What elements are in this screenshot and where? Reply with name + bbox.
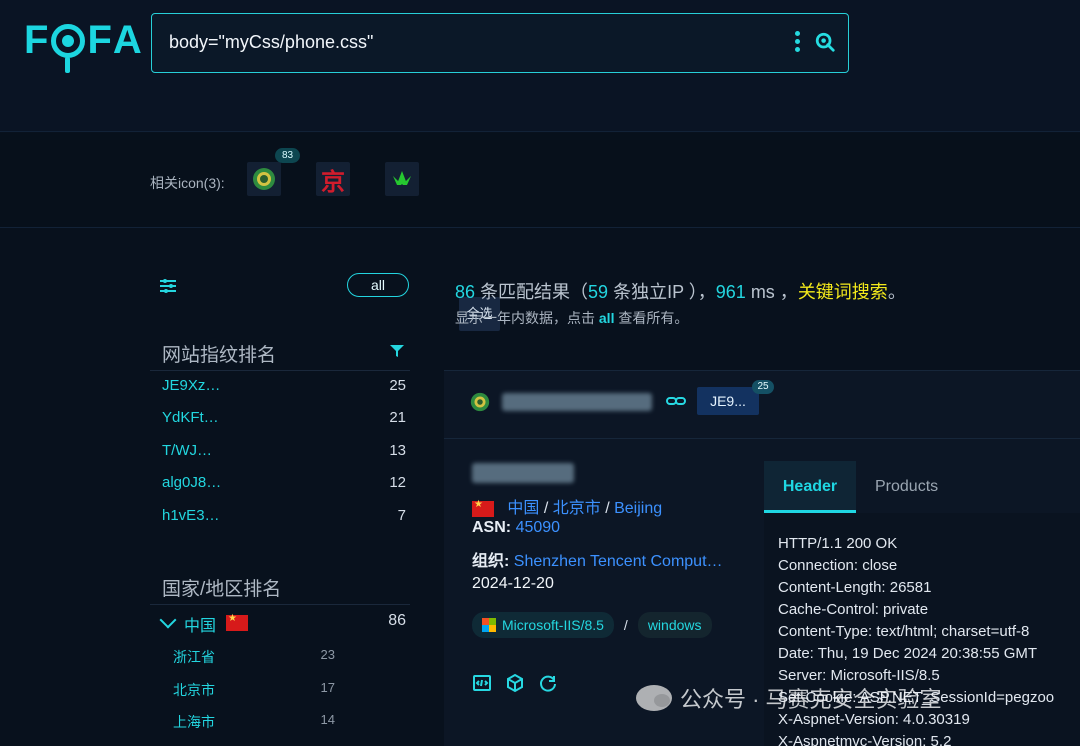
related-icon-jing[interactable]: 京 (316, 162, 350, 196)
result-note: 显示一年内数据，点击 all 查看所有。 (455, 310, 689, 326)
tab-products[interactable]: Products (875, 461, 938, 513)
related-icons-bar: 相关icon(3): 京 全选 (0, 133, 1080, 331)
result-card-header: JE9... 25 (444, 371, 1080, 439)
header-line: Date: Thu, 19 Dec 2024 20:38:55 GMT (778, 645, 1038, 662)
province-row[interactable]: 浙江省 23 (173, 647, 335, 667)
emblem-icon (253, 168, 275, 190)
organization-link[interactable]: Shenzhen Tencent Comput… (514, 553, 723, 570)
chevron-down-icon[interactable] (159, 611, 177, 629)
city-en-link[interactable]: Beijing (614, 500, 662, 517)
fingerprint-row[interactable]: YdKFt… 21 (162, 409, 406, 433)
search-input[interactable]: body="myCss/phone.css" (169, 32, 373, 53)
country-ranking-title: 国家/地区排名 (162, 579, 282, 600)
lotus-icon (393, 171, 411, 185)
funnel-icon[interactable] (388, 342, 406, 360)
china-flag-icon (472, 499, 494, 517)
wechat-icon (636, 685, 672, 711)
fingerprint-tag[interactable]: JE9... (697, 387, 759, 415)
top-bar: F F A body="myCss/phone.css" (0, 0, 1080, 132)
related-icon-emblem[interactable] (247, 162, 281, 196)
logo-letter-f: F (24, 18, 50, 62)
redacted-ip[interactable] (472, 463, 574, 483)
related-icons-label: 相关icon(3): (150, 175, 225, 191)
result-actions (472, 673, 558, 693)
cube-icon[interactable] (505, 673, 525, 693)
divider (150, 604, 410, 605)
technology-chip[interactable]: windows (637, 612, 712, 638)
logo-letter-f2: F (87, 18, 113, 62)
country-link[interactable]: 中国 (507, 500, 539, 517)
china-flag-icon (226, 613, 248, 631)
asn-link[interactable]: 45090 (516, 519, 561, 536)
fingerprint-tag-badge: 25 (752, 380, 774, 394)
province-row[interactable]: 上海市 14 (173, 712, 335, 732)
technology-tags: Microsoft-IIS/8.5 / windows (472, 612, 712, 638)
country-name[interactable]: 中国 (184, 612, 216, 636)
show-all-link[interactable]: all (599, 310, 615, 326)
fofa-logo[interactable]: F F A (24, 18, 143, 73)
filter-settings-icon[interactable] (158, 276, 178, 296)
fingerprint-row[interactable]: alg0J8… 12 (162, 474, 406, 498)
icon-count-badge: 83 (275, 148, 300, 163)
header-line: Connection: close (778, 557, 898, 574)
result-summary: 86 条匹配结果（59 条独立IP ），961 ms ，关键词搜索。 (455, 282, 906, 302)
all-filter-button[interactable]: all (347, 273, 409, 297)
organization-row: 组织: Shenzhen Tencent Comput… (472, 553, 723, 570)
header-line: Cache-Control: private (778, 601, 929, 618)
wechat-watermark: 公众号 · 马赛克安全实验室 (636, 682, 942, 714)
location-row: 中国 / 北京市 / Beijing (472, 494, 752, 518)
microsoft-logo-icon (482, 618, 496, 632)
fingerprint-row[interactable]: JE9Xz… 25 (162, 377, 406, 401)
technology-chip[interactable]: Microsoft-IIS/8.5 (472, 612, 614, 638)
header-line: HTTP/1.1 200 OK (778, 535, 898, 552)
keyword-search-link[interactable]: 关键词搜索 (798, 282, 888, 302)
search-icon[interactable] (814, 31, 836, 53)
search-box[interactable]: body="myCss/phone.css" (151, 13, 849, 73)
fingerprint-row[interactable]: h1vE3… 7 (162, 507, 406, 531)
asn-row: ASN: 45090 (472, 519, 561, 536)
header-line: Content-Type: text/html; charset=utf-8 (778, 623, 1030, 640)
fingerprint-row[interactable]: T/WJ… 13 (162, 442, 406, 466)
query-time: 961 (715, 282, 746, 302)
result-count: 86 (455, 282, 476, 302)
redacted-host[interactable] (502, 393, 652, 411)
header-line: X-Aspnetmvc-Version: 5.2 (778, 733, 952, 746)
more-options-icon[interactable] (794, 31, 802, 53)
logo-letter-a: A (112, 18, 143, 62)
refresh-icon[interactable] (538, 673, 558, 693)
code-icon[interactable] (472, 673, 492, 693)
divider (150, 370, 410, 371)
country-count: 86 (388, 612, 406, 629)
header-line: Content-Length: 26581 (778, 579, 932, 596)
detail-tabs: Header Products (764, 461, 1080, 513)
related-icon-lotus[interactable] (385, 162, 419, 196)
ip-count: 59 (588, 282, 609, 302)
city-link[interactable]: 北京市 (553, 500, 601, 517)
search-lens-icon (51, 23, 86, 73)
tab-header[interactable]: Header (764, 461, 856, 513)
fingerprint-ranking-title: 网站指纹排名 (162, 345, 277, 366)
site-favicon-icon (470, 392, 490, 412)
province-row[interactable]: 北京市 17 (173, 680, 335, 700)
link-icon[interactable] (665, 393, 687, 409)
result-date: 2024-12-20 (472, 575, 554, 592)
